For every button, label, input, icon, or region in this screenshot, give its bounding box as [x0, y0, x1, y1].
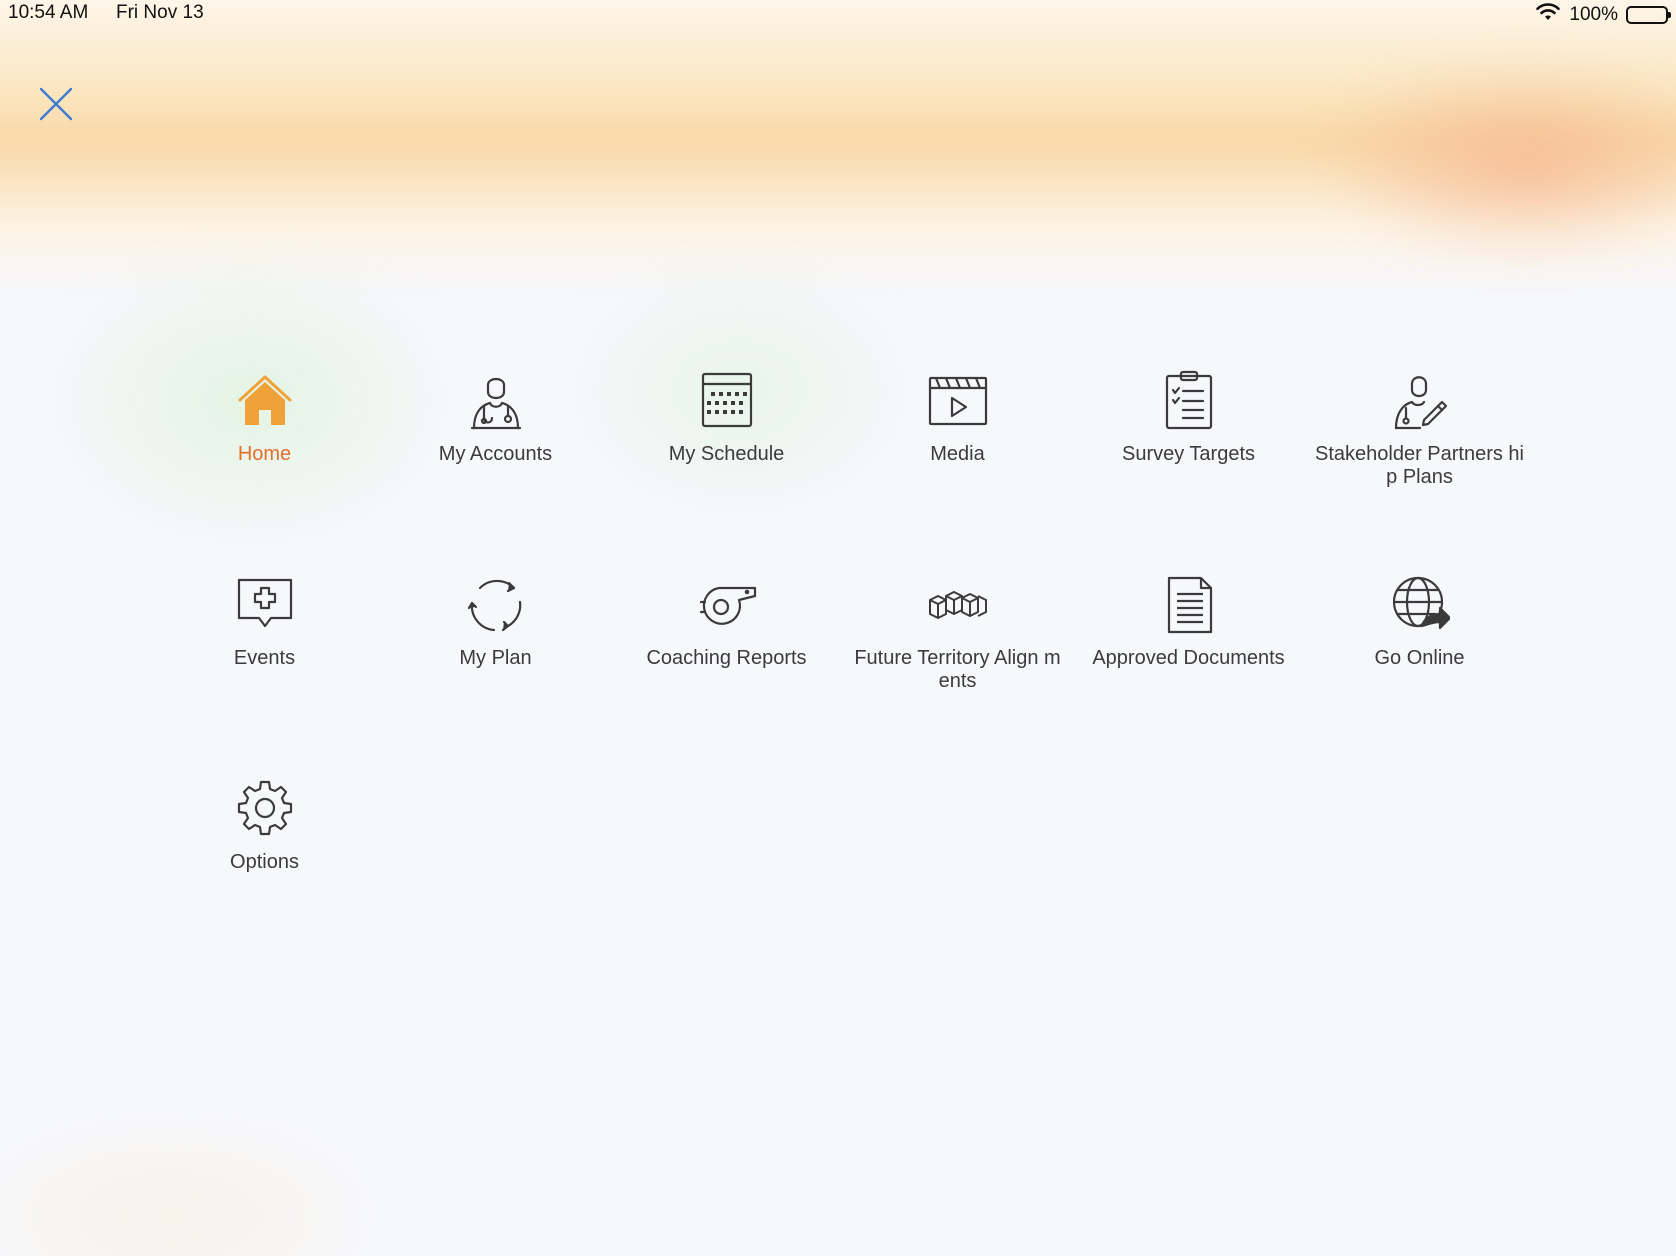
menu-item-stakeholder-partnership-plans[interactable]: Stakeholder Partners hip Plans	[1304, 370, 1535, 574]
menu-item-label: Options	[230, 851, 299, 873]
gear-icon	[235, 778, 295, 838]
menu-item-label: Events	[233, 647, 296, 669]
menu-item-label: Go Online	[1374, 647, 1465, 669]
cubes-icon	[928, 574, 988, 634]
status-indicators: 100%	[1535, 2, 1671, 28]
person-edit-icon	[1390, 370, 1450, 430]
menu-item-label: Coaching Reports	[646, 647, 807, 669]
clipboard-checklist-icon	[1159, 370, 1219, 430]
menu-item-label: Survey Targets	[1121, 443, 1256, 465]
close-icon	[39, 87, 73, 121]
menu-item-survey-targets[interactable]: Survey Targets	[1073, 370, 1304, 574]
menu-item-label: Stakeholder Partners hip Plans	[1314, 443, 1524, 488]
close-button[interactable]	[34, 82, 78, 126]
menu-item-my-plan[interactable]: My Plan	[380, 574, 611, 778]
medical-chat-icon	[235, 574, 295, 634]
calendar-icon	[697, 370, 757, 430]
menu-item-label: My Plan	[459, 647, 532, 669]
status-time: 10:54 AM	[8, 2, 89, 23]
battery-icon	[1626, 6, 1671, 24]
menu-item-media[interactable]: Media	[842, 370, 1073, 574]
home-icon	[235, 370, 295, 430]
menu-item-my-accounts[interactable]: My Accounts	[380, 370, 611, 574]
doctor-icon	[466, 370, 526, 430]
menu-item-label: Future Territory Align ments	[854, 647, 1061, 692]
menu-item-label: Home	[237, 443, 292, 465]
menu-item-future-territory-alignments[interactable]: Future Territory Align ments	[842, 574, 1073, 778]
status-date: Fri Nov 13	[116, 2, 204, 23]
menu-item-home[interactable]: Home	[149, 370, 380, 574]
menu-item-options[interactable]: Options	[149, 778, 380, 982]
menu-item-my-schedule[interactable]: My Schedule	[611, 370, 842, 574]
menu-item-approved-documents[interactable]: Approved Documents	[1073, 574, 1304, 778]
menu-item-label: My Schedule	[668, 443, 785, 465]
document-icon	[1159, 574, 1219, 634]
wifi-icon	[1535, 2, 1561, 28]
clapperboard-icon	[928, 370, 988, 430]
menu-item-coaching-reports[interactable]: Coaching Reports	[611, 574, 842, 778]
refresh-cycle-icon	[466, 574, 526, 634]
globe-arrow-icon	[1390, 574, 1450, 634]
menu-item-label: Approved Documents	[1092, 647, 1285, 669]
main-menu-grid: Home My Accounts My Schedule Media Surve…	[149, 370, 1535, 982]
battery-percent: 100%	[1569, 4, 1618, 25]
menu-item-label: My Accounts	[438, 443, 553, 465]
menu-item-events[interactable]: Events	[149, 574, 380, 778]
status-bar: 10:54 AM Fri Nov 13 100%	[0, 0, 1676, 28]
whistle-icon	[697, 574, 757, 634]
menu-item-go-online[interactable]: Go Online	[1304, 574, 1535, 778]
menu-item-label: Media	[930, 443, 985, 465]
